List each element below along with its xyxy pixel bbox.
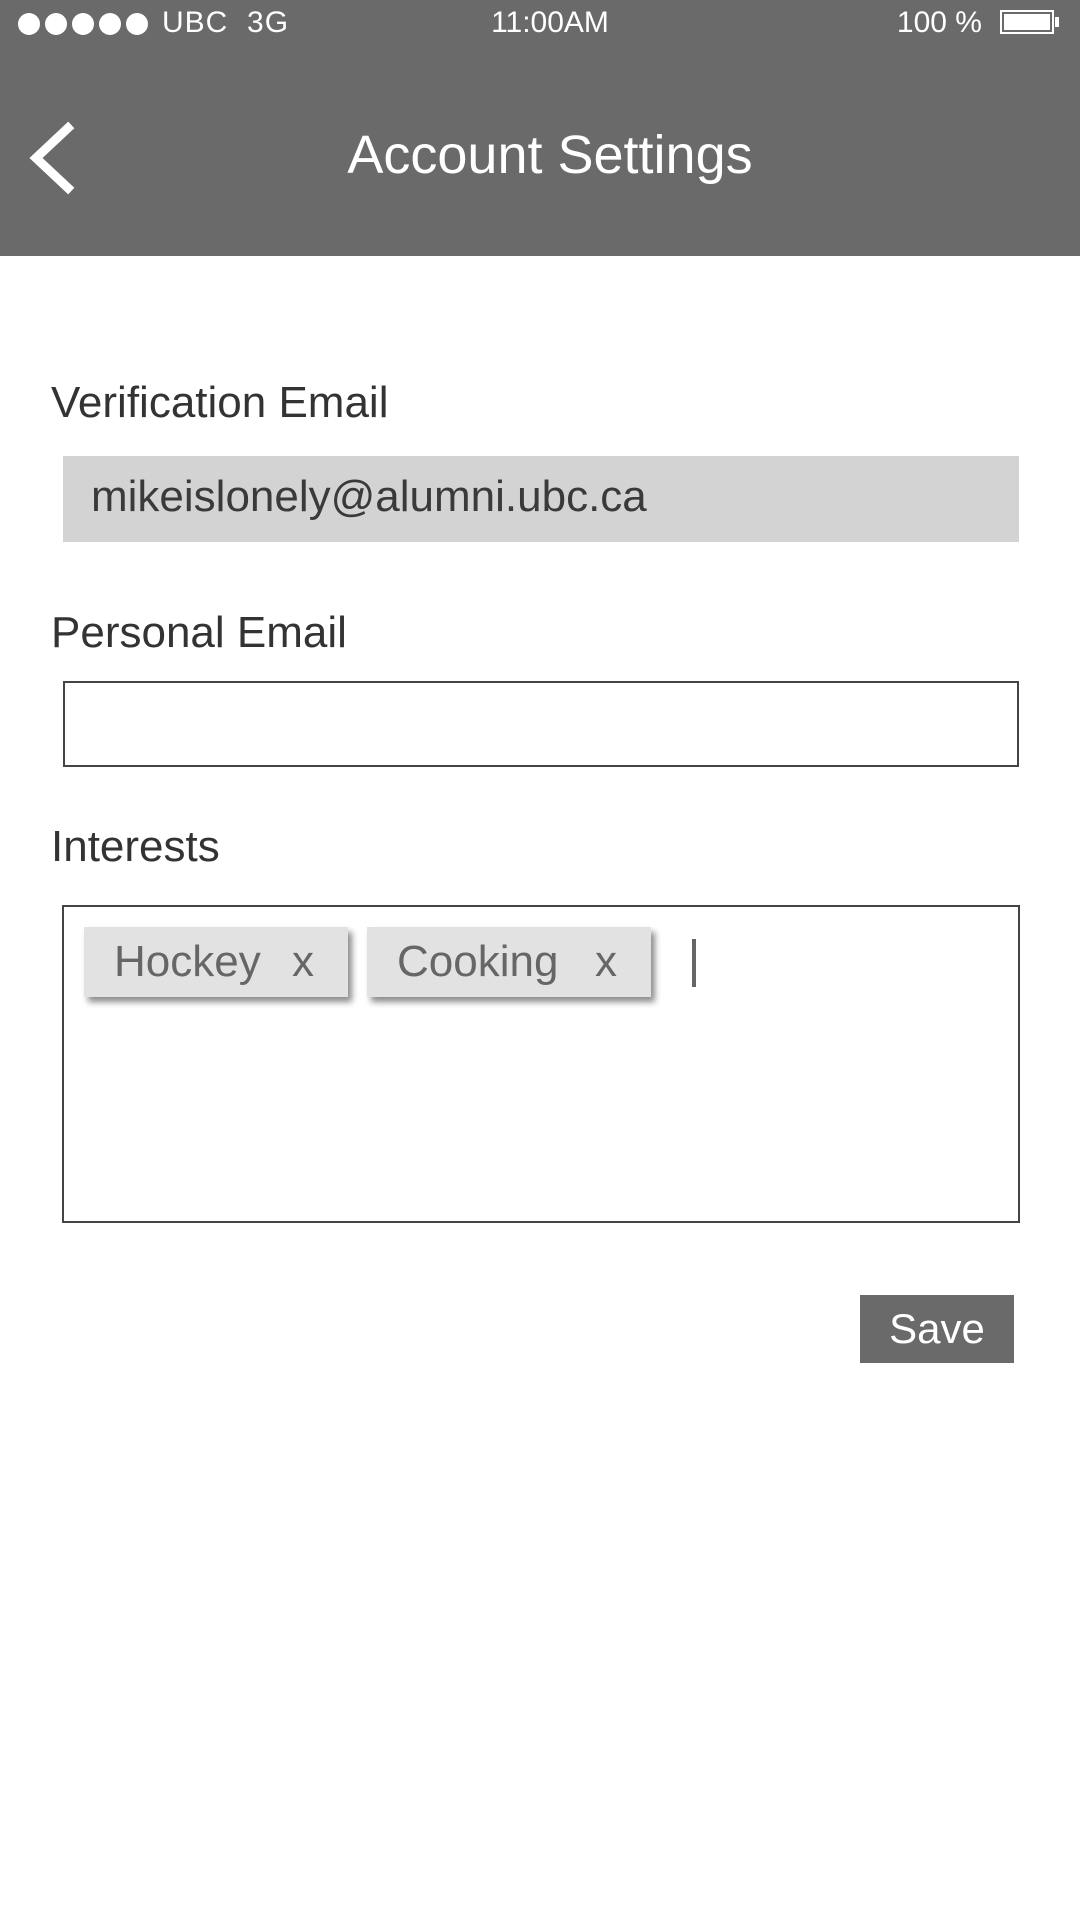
personal-email-label: Personal Email bbox=[51, 608, 347, 657]
battery-fill bbox=[1004, 14, 1050, 30]
interest-tag-hockey[interactable]: Hockey x bbox=[84, 927, 348, 997]
tag-label: Hockey bbox=[114, 937, 261, 986]
remove-tag-cooking-button[interactable]: x bbox=[595, 937, 617, 987]
interests-label: Interests bbox=[51, 822, 220, 871]
battery-percent: 100 % bbox=[896, 6, 982, 39]
personal-email-input[interactable] bbox=[63, 681, 1019, 767]
battery-nub bbox=[1055, 17, 1059, 27]
interest-tag-cooking[interactable]: Cooking x bbox=[367, 927, 651, 997]
tag-label: Cooking bbox=[397, 937, 559, 986]
battery-icon bbox=[1000, 10, 1059, 34]
text-cursor bbox=[692, 939, 696, 987]
interests-input[interactable]: Hockey x Cooking x bbox=[62, 905, 1020, 1223]
page-title: Account Settings bbox=[347, 125, 753, 185]
app-header: UBC 3G 11:00AM 100 % Account Settings bbox=[0, 0, 1080, 256]
remove-tag-hockey-button[interactable]: x bbox=[292, 937, 314, 987]
verification-email-field: mikeislonely@alumni.ubc.ca bbox=[63, 456, 1019, 542]
account-settings-screen: UBC 3G 11:00AM 100 % Account Settings Ve… bbox=[0, 0, 1080, 1920]
save-button[interactable]: Save bbox=[860, 1295, 1014, 1363]
verification-email-label: Verification Email bbox=[51, 378, 389, 427]
status-bar: UBC 3G 11:00AM 100 % bbox=[0, 0, 1080, 48]
